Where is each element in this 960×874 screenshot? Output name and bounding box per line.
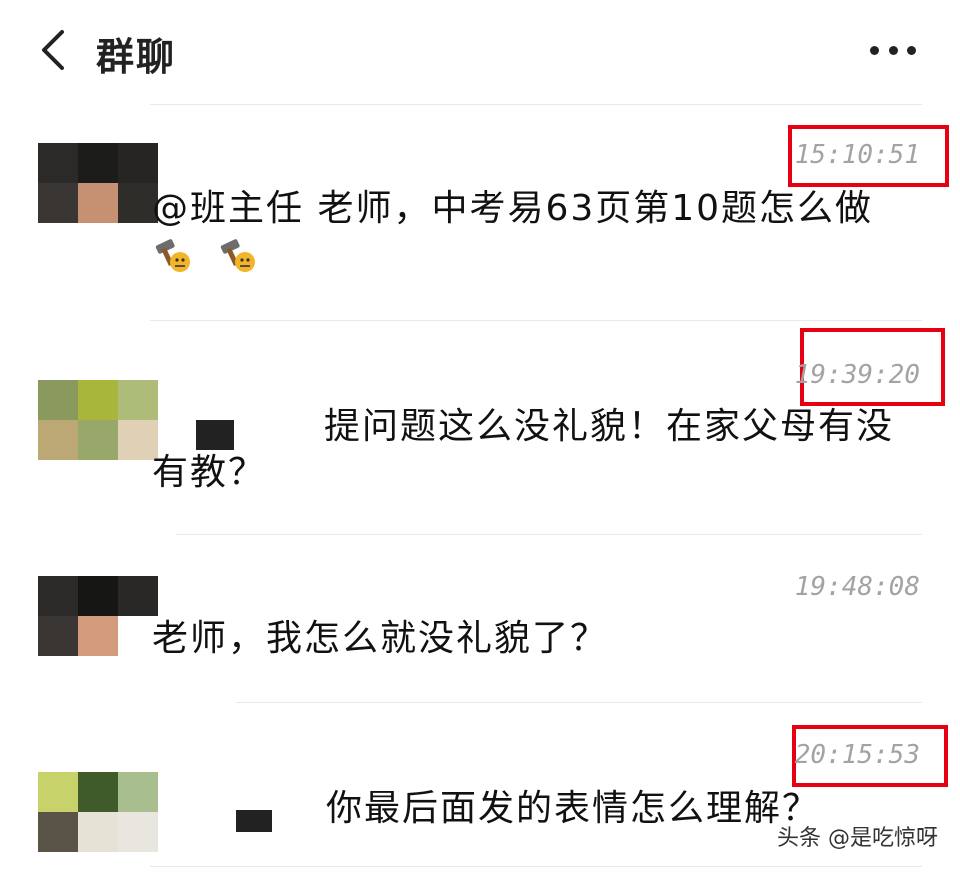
divider (176, 534, 922, 535)
chat-title: 群聊 (96, 35, 177, 79)
avatar[interactable] (38, 143, 158, 223)
message-timestamp: 15:10:51 (794, 140, 920, 170)
chevron-left-icon[interactable] (34, 26, 74, 74)
avatar[interactable] (38, 380, 158, 460)
divider (236, 702, 922, 703)
more-horizontal-icon[interactable] (870, 44, 916, 56)
hammer-emoji-icon (221, 239, 256, 272)
watermark-text: 头条 @是吃惊呀 (777, 826, 938, 851)
message-body: @班主任 老师，中考易63页第10题怎么做 (152, 188, 874, 229)
message-timestamp: 19:48:08 (794, 572, 920, 602)
hammer-emoji-icon (155, 239, 190, 272)
sender-name-redacted (236, 810, 272, 832)
divider (150, 320, 922, 321)
avatar[interactable] (38, 772, 158, 852)
chat-header: 群聊 (0, 0, 960, 100)
message-timestamp: 19:39:20 (794, 360, 920, 390)
divider (150, 866, 922, 867)
message-body: 提问题这么没礼貌！在家父母有没有教？ (152, 406, 895, 493)
avatar[interactable] (38, 576, 158, 656)
message-body: 老师，我怎么就没礼貌了？ (152, 618, 609, 659)
divider (150, 104, 922, 105)
message-timestamp: 20:15:53 (794, 740, 920, 770)
message-text: @班主任 老师，中考易63页第10题怎么做 (152, 186, 912, 278)
